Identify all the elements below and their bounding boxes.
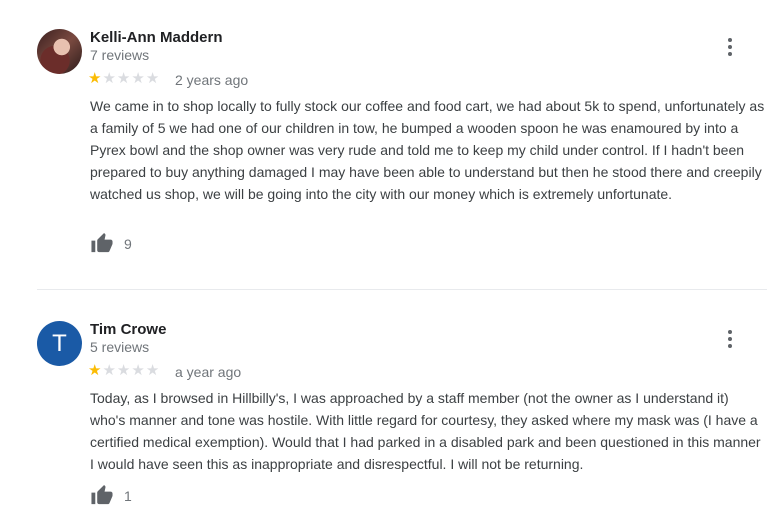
divider — [37, 289, 767, 290]
like-button[interactable]: 1 — [89, 484, 132, 507]
more-vert-icon[interactable] — [720, 329, 740, 349]
review-date: a year ago — [175, 364, 242, 380]
like-count: 1 — [124, 487, 132, 504]
like-count: 9 — [124, 235, 132, 252]
star-icon: ★ — [145, 362, 161, 379]
avatar[interactable]: T — [37, 321, 82, 366]
star-rating: ★★★★★ — [88, 69, 160, 87]
reviewer-name[interactable]: Tim Crowe — [90, 321, 166, 338]
star-icon: ★ — [88, 362, 103, 379]
star-icon: ★ — [145, 70, 161, 87]
review-date: 2 years ago — [175, 72, 249, 88]
thumb-up-icon — [91, 484, 113, 505]
star-icon: ★ — [102, 362, 117, 379]
reviewer-name[interactable]: Kelli-Ann Maddern — [90, 29, 223, 46]
star-icon: ★ — [131, 70, 146, 87]
avatar[interactable] — [37, 29, 82, 74]
reviewer-review-count[interactable]: 5 reviews — [90, 339, 149, 355]
star-icon: ★ — [102, 70, 117, 87]
review-text: We came in to shop locally to fully stoc… — [90, 98, 765, 202]
reviewer-review-count[interactable]: 7 reviews — [90, 47, 149, 63]
star-icon: ★ — [131, 362, 146, 379]
more-vert-icon[interactable] — [720, 37, 740, 57]
thumb-up-icon — [91, 232, 113, 253]
review-text: Today, as I browsed in Hillbilly's, I wa… — [90, 390, 761, 472]
star-icon: ★ — [116, 70, 132, 87]
star-icon: ★ — [88, 70, 103, 87]
star-icon: ★ — [116, 362, 132, 379]
like-button[interactable]: 9 — [89, 232, 132, 255]
star-rating: ★★★★★ — [88, 361, 160, 379]
